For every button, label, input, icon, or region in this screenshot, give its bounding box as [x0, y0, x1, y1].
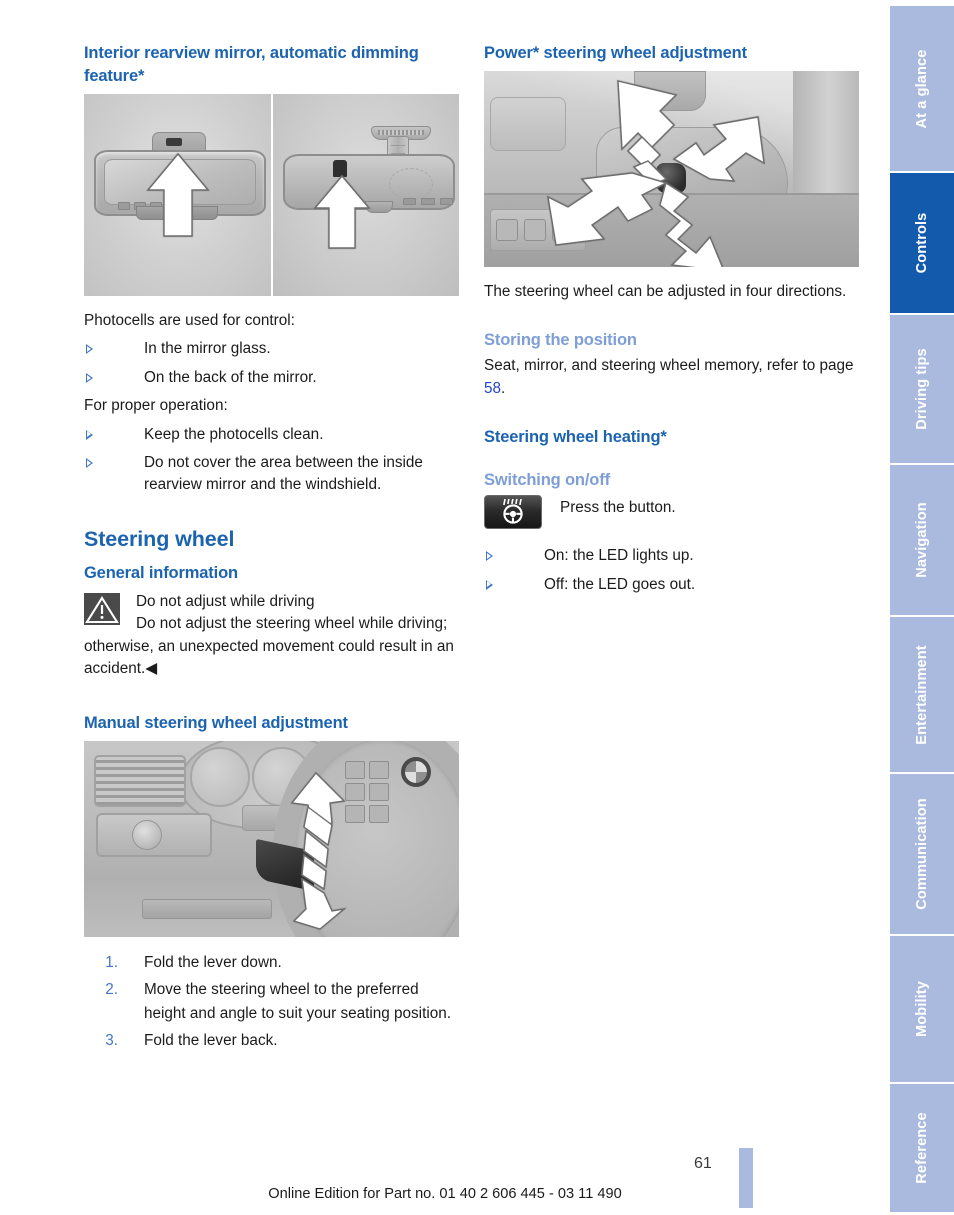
photocell-in-glass	[166, 138, 182, 146]
footer-note: Online Edition for Part no. 01 40 2 606 …	[268, 1186, 622, 1202]
left-column: Interior rearview mirror, automatic dimm…	[84, 42, 459, 1055]
figure-manual-steering-wheel-adjustment	[84, 741, 459, 938]
bullet-triangle-icon	[86, 458, 93, 469]
light-switch-knob	[132, 820, 162, 851]
subsection-title-switching-on-off: Switching on/off	[484, 471, 610, 490]
right-column: Power* steering wheel adjustment The ste…	[484, 42, 859, 602]
list-item: On: the LED lights up.	[484, 545, 859, 567]
heating-state-list: On: the LED lights up. Off: the LED goes…	[484, 545, 859, 596]
page-title-interior-mirror: Interior rearview mirror, automatic dimm…	[84, 44, 419, 85]
storing-position-body: Seat, mirror, and steering wheel memory,…	[484, 355, 859, 400]
chapter-tab-sidebar: At a glance Controls Driving tips Naviga…	[890, 0, 954, 1215]
step-text: Fold the lever down.	[144, 954, 282, 972]
step-number: 2.	[105, 980, 118, 998]
steering-wheel-heating-icon[interactable]	[484, 495, 542, 530]
warning-triangle-icon	[84, 592, 120, 625]
mirror-back-view	[273, 94, 459, 296]
warning-body: Do not adjust the steering wheel while d…	[84, 613, 459, 680]
list-item: 3. Fold the lever back.	[84, 1029, 459, 1054]
list-item-label: Do not cover the area between the inside…	[144, 454, 423, 494]
sidebar-item-label: Entertainment	[914, 644, 930, 745]
light-switch-panel	[96, 813, 212, 858]
sidebar-item-reference[interactable]: Reference	[890, 1084, 954, 1212]
storing-body-text: Seat, mirror, and steering wheel memory,…	[484, 357, 854, 375]
sidebar-item-driving-tips[interactable]: Driving tips	[890, 315, 954, 463]
list-item: 2. Move the steering wheel to the prefer…	[84, 978, 459, 1027]
list-item-label: Keep the photocells clean.	[144, 425, 324, 443]
proper-operation-intro: For proper operation:	[84, 397, 228, 415]
list-item: Keep the photocells clean.	[84, 424, 459, 446]
list-item: Off: the LED goes out.	[484, 574, 859, 596]
chapter-title-steering-wheel: Steering wheel	[84, 526, 235, 551]
list-item: 1. Fold the lever down.	[84, 951, 459, 976]
manual-page: Interior rearview mirror, automatic dimm…	[0, 0, 954, 1215]
sidebar-item-label: At a glance	[914, 49, 930, 128]
step-number: 1.	[105, 954, 118, 972]
step-text: Move the steering wheel to the preferred…	[144, 980, 451, 1023]
section-title-manual-adjustment: Manual steering wheel adjustment	[84, 714, 348, 733]
air-vent	[94, 755, 186, 808]
bullet-triangle-icon	[86, 429, 93, 440]
mirror-front-view	[84, 94, 271, 296]
power-adjustment-body: The steering wheel can be adjusted in fo…	[484, 283, 847, 300]
list-item: In the mirror glass.	[84, 338, 459, 360]
sidebar-item-mobility[interactable]: Mobility	[890, 936, 954, 1082]
arrow-double-curved-icon	[290, 772, 347, 931]
figure-power-steering-wheel-adjustment	[484, 71, 859, 267]
mirror-mount-ring	[389, 168, 433, 200]
sidebar-item-at-a-glance[interactable]: At a glance	[890, 6, 954, 171]
figure-interior-rearview-mirror	[84, 94, 459, 296]
list-item: Do not cover the area between the inside…	[84, 452, 459, 497]
sidebar-item-label: Reference	[914, 1112, 930, 1184]
lower-console-strip	[142, 899, 272, 920]
bullet-triangle-icon	[486, 579, 493, 590]
sidebar-item-label: Mobility	[914, 981, 930, 1037]
bullet-triangle-icon	[486, 551, 493, 562]
arrow-down-right-icon	[659, 181, 724, 267]
sidebar-item-label: Driving tips	[914, 348, 930, 430]
section-title-power-adjustment: Power* steering wheel adjustment	[484, 44, 747, 62]
sidebar-item-label: Communication	[914, 798, 930, 910]
sidebar-item-communication[interactable]: Communication	[890, 774, 954, 934]
gauge-left	[190, 747, 250, 808]
warning-title: Do not adjust while driving	[136, 592, 315, 610]
sidebar-item-navigation[interactable]: Navigation	[890, 465, 954, 615]
mirror-contacts	[403, 198, 453, 205]
proper-operation-list: Keep the photocells clean. Do not cover …	[84, 424, 459, 497]
list-item-label: On the back of the mirror.	[144, 368, 317, 386]
arrow-up-icon	[313, 174, 371, 249]
section-title-steering-wheel-heating: Steering wheel heating*	[484, 428, 667, 447]
photocell-location-list: In the mirror glass. On the back of the …	[84, 338, 459, 389]
arrow-up-icon	[146, 152, 210, 237]
page-reference-link[interactable]: 58	[484, 380, 501, 397]
list-item-label: On: the LED lights up.	[544, 547, 694, 565]
storing-body-period: .	[501, 379, 506, 397]
photocells-intro: Photocells are used for control:	[84, 312, 295, 329]
warning-body-text: Do not adjust the steering wheel while d…	[84, 615, 454, 678]
manual-adjustment-steps: 1. Fold the lever down. 2. Move the stee…	[84, 951, 459, 1053]
side-vent	[490, 97, 566, 151]
heating-button-caption: Press the button.	[560, 499, 676, 517]
sidebar-item-label: Controls	[914, 212, 930, 274]
sidebar-item-controls[interactable]: Controls	[890, 173, 954, 313]
list-item: On the back of the mirror.	[84, 367, 459, 389]
warning-box: Do not adjust while driving Do not adjus…	[84, 591, 459, 681]
warning-end-marker: ◀	[145, 660, 157, 678]
bullet-triangle-icon	[86, 372, 93, 383]
sidebar-item-label: Navigation	[914, 502, 930, 578]
heating-button-row: Press the button.	[484, 495, 859, 535]
step-text: Fold the lever back.	[144, 1031, 278, 1049]
list-item-label: Off: the LED goes out.	[544, 575, 696, 593]
sidebar-item-entertainment[interactable]: Entertainment	[890, 617, 954, 772]
bullet-triangle-icon	[86, 344, 93, 355]
section-title-general-information: General information	[84, 563, 238, 582]
list-item-label: In the mirror glass.	[144, 340, 271, 358]
step-number: 3.	[105, 1031, 118, 1049]
subsection-title-storing-position: Storing the position	[484, 331, 637, 350]
page-number: 61	[694, 1155, 712, 1172]
